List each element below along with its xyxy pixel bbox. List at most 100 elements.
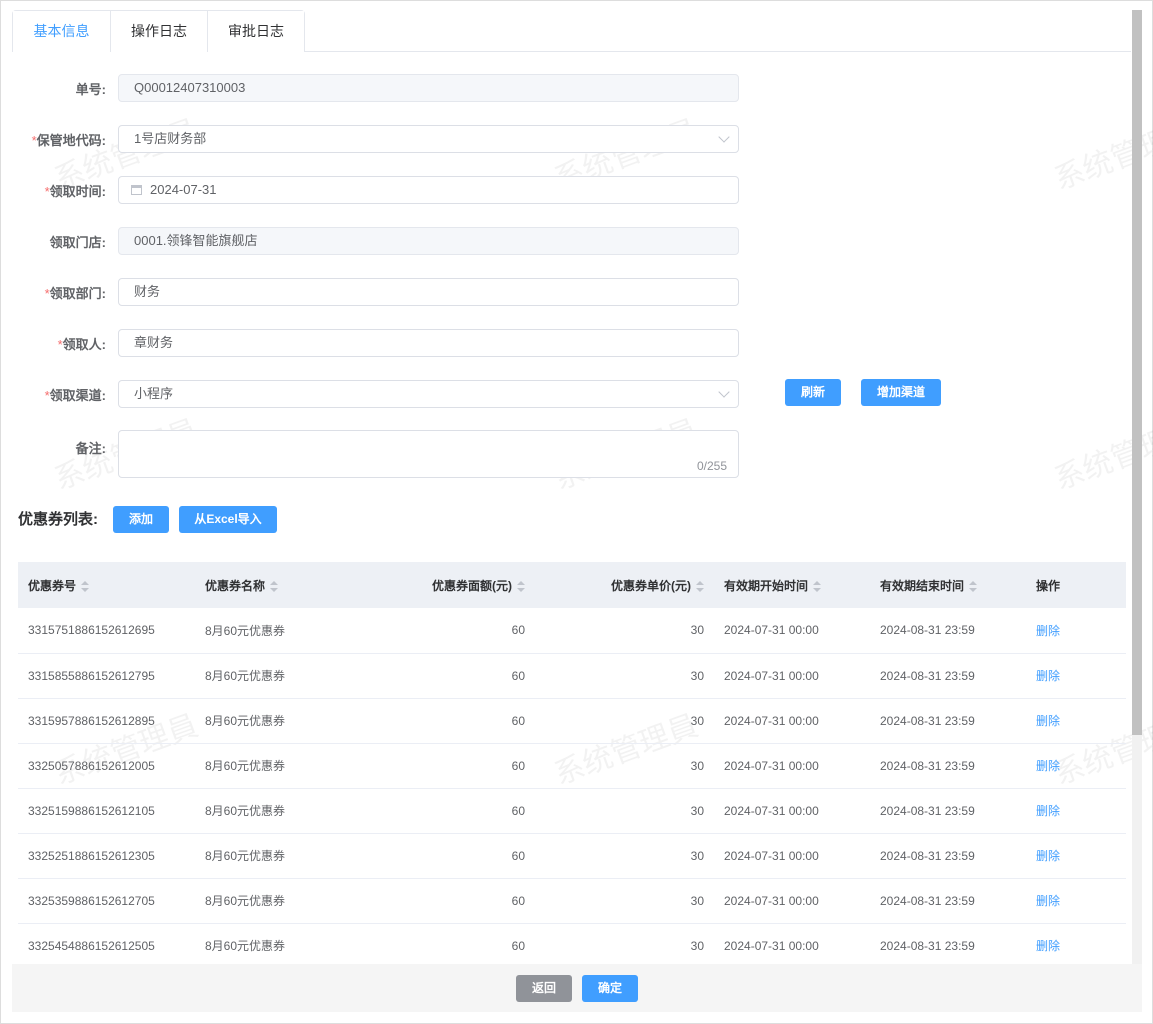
table-row: 3325359886152612705 8月60元优惠券 60 30 2024-07-3…: [18, 878, 1126, 924]
table-cell: 2024-08-31 23:59: [870, 653, 1026, 699]
table-cell: 8月60元优惠券: [195, 788, 345, 834]
table-cell: 30: [535, 608, 714, 654]
chevron-down-icon: [718, 386, 730, 398]
table-cell: 2024-07-31 00:00: [714, 833, 870, 879]
col-coupon-name[interactable]: 优惠券名称: [195, 562, 345, 608]
cell-actions: 删除: [1026, 608, 1126, 654]
back-button[interactable]: 返回: [516, 975, 572, 1002]
time-date-picker[interactable]: 2024-07-31: [118, 176, 739, 204]
table-cell: 3325159886152612105: [18, 788, 195, 834]
table-cell: 8月60元优惠券: [195, 923, 345, 969]
storage-select[interactable]: 1号店财务部: [118, 125, 739, 153]
refresh-button[interactable]: 刷新: [785, 379, 841, 406]
tab-basic-info[interactable]: 基本信息: [13, 11, 110, 53]
table-row: 3325251886152612305 8月60元优惠券 60 30 2024-07-3…: [18, 833, 1126, 879]
table-cell: 3325359886152612705: [18, 878, 195, 924]
channel-row: *领取渠道: 小程序: [0, 380, 739, 408]
cell-actions: 删除: [1026, 743, 1126, 789]
table-cell: 30: [535, 698, 714, 744]
table-cell: 2024-07-31 00:00: [714, 698, 870, 744]
header-label: 优惠券面额(元): [432, 578, 512, 593]
coupon-table: 优惠券号 优惠券名称 优惠券面额(元) 优惠券单价(元) 有效期开始时间 有效期…: [18, 562, 1126, 969]
delete-link[interactable]: 删除: [1036, 849, 1060, 863]
delete-link[interactable]: 删除: [1036, 939, 1060, 953]
table-cell: 2024-07-31 00:00: [714, 743, 870, 789]
sort-icon[interactable]: [270, 580, 279, 592]
delete-link[interactable]: 删除: [1036, 804, 1060, 818]
remark-counter: 0/255: [696, 459, 727, 473]
table-cell: 2024-08-31 23:59: [870, 833, 1026, 879]
dept-input[interactable]: 财务: [118, 278, 739, 306]
table-cell: 60: [345, 743, 535, 789]
table-cell: 8月60元优惠券: [195, 608, 345, 654]
header-label: 优惠券名称: [205, 578, 266, 593]
channel-value: 小程序: [134, 386, 174, 401]
table-cell: 8月60元优惠券: [195, 698, 345, 744]
import-excel-button[interactable]: 从Excel导入: [179, 506, 277, 533]
tab-bar: 基本信息 操作日志 审批日志: [12, 10, 305, 53]
time-label: *领取时间:: [0, 181, 118, 200]
vertical-scrollbar[interactable]: [1132, 10, 1142, 964]
order-no-label: 单号:: [75, 81, 106, 97]
delete-link[interactable]: 删除: [1036, 759, 1060, 773]
table-cell: 3325454886152612505: [18, 923, 195, 969]
cell-actions: 删除: [1026, 833, 1126, 879]
table-cell: 60: [345, 923, 535, 969]
person-row: *领取人: 章财务: [0, 329, 739, 357]
table-cell: 30: [535, 833, 714, 879]
table-cell: 3315751886152612695: [18, 608, 195, 654]
header-label: 有效期开始时间: [724, 578, 809, 593]
table-cell: 2024-07-31 00:00: [714, 923, 870, 969]
table-cell: 30: [535, 923, 714, 969]
confirm-button[interactable]: 确定: [582, 975, 638, 1002]
table-cell: 60: [345, 653, 535, 699]
table-cell: 30: [535, 878, 714, 924]
table-cell: 2024-08-31 23:59: [870, 608, 1026, 654]
remark-row: 备注: 0/255: [0, 430, 739, 481]
tab-approval-log[interactable]: 审批日志: [207, 11, 304, 52]
table-cell: 2024-08-31 23:59: [870, 698, 1026, 744]
sort-icon[interactable]: [517, 580, 525, 592]
col-unit-price[interactable]: 优惠券单价(元): [535, 562, 714, 608]
sort-icon[interactable]: [969, 580, 978, 592]
sort-icon[interactable]: [696, 580, 704, 592]
table-cell: 3325251886152612305: [18, 833, 195, 879]
table-row: 3315855886152612795 8月60元优惠券 60 30 2024-07-3…: [18, 653, 1126, 699]
coupon-list-title: 优惠券列表:: [18, 511, 98, 528]
table-cell: 8月60元优惠券: [195, 833, 345, 879]
table-cell: 60: [345, 788, 535, 834]
table-cell: 2024-07-31 00:00: [714, 878, 870, 924]
table-cell: 2024-07-31 00:00: [714, 788, 870, 834]
table-header-row: 优惠券号 优惠券名称 优惠券面额(元) 优惠券单价(元) 有效期开始时间 有效期…: [18, 562, 1126, 608]
remark-wrapper: 0/255: [118, 430, 739, 481]
sort-icon[interactable]: [81, 580, 90, 592]
col-coupon-no[interactable]: 优惠券号: [18, 562, 195, 608]
col-face-value[interactable]: 优惠券面额(元): [345, 562, 535, 608]
col-end-time[interactable]: 有效期结束时间: [870, 562, 1026, 608]
col-start-time[interactable]: 有效期开始时间: [714, 562, 870, 608]
table-cell: 2024-08-31 23:59: [870, 788, 1026, 834]
delete-link[interactable]: 删除: [1036, 714, 1060, 728]
person-input[interactable]: 章财务: [118, 329, 739, 357]
tab-operation-log[interactable]: 操作日志: [110, 11, 207, 52]
sort-icon[interactable]: [813, 580, 822, 592]
remark-label: 备注:: [75, 441, 106, 456]
channel-label-text: 领取渠道:: [49, 387, 106, 403]
add-channel-button[interactable]: 增加渠道: [861, 379, 941, 406]
scrollbar-thumb[interactable]: [1132, 10, 1142, 735]
delete-link[interactable]: 删除: [1036, 669, 1060, 683]
remark-textarea[interactable]: [118, 430, 739, 478]
channel-select[interactable]: 小程序: [118, 380, 739, 408]
add-coupon-button[interactable]: 添加: [113, 506, 169, 533]
delete-link[interactable]: 删除: [1036, 894, 1060, 908]
table-row: 3315957886152612895 8月60元优惠券 60 30 2024-07-3…: [18, 698, 1126, 744]
store-field: 0001.领锋智能旗舰店: [118, 227, 739, 255]
dept-label-text: 领取部门:: [49, 285, 106, 301]
table-cell: 3315855886152612795: [18, 653, 195, 699]
dept-row: *领取部门: 财务: [0, 278, 739, 306]
table-cell: 30: [535, 653, 714, 699]
table-cell: 2024-08-31 23:59: [870, 743, 1026, 789]
cell-actions: 删除: [1026, 923, 1126, 969]
delete-link[interactable]: 删除: [1036, 624, 1060, 638]
order-no-field: Q00012407310003: [118, 74, 739, 102]
